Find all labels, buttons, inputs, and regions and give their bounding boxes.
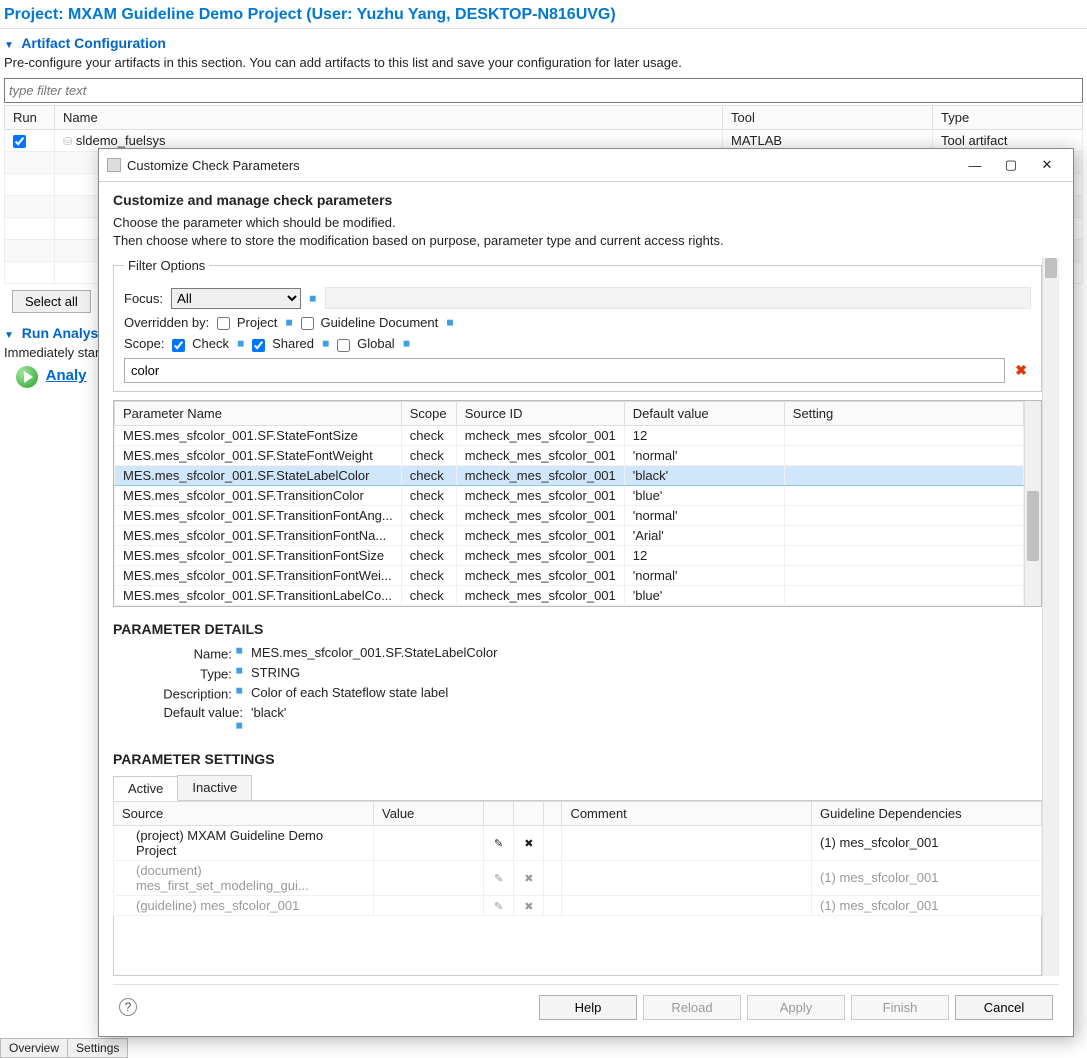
scope-global-checkbox[interactable]: Global (337, 336, 394, 351)
param-table-scrollbar[interactable] (1024, 401, 1041, 606)
parameter-row[interactable]: MES.mes_sfcolor_001.SF.TransitionColorch… (115, 485, 1024, 505)
parameter-search-input[interactable] (124, 358, 1005, 383)
dialog-titlebar: Customize Check Parameters — ▢ ✕ (99, 149, 1073, 182)
help-icon[interactable]: ? (119, 998, 137, 1016)
detail-type-value: STRING (251, 665, 1042, 681)
artifact-filter-input[interactable] (4, 78, 1083, 103)
tab-overview[interactable]: Overview (0, 1038, 68, 1058)
finish-button[interactable]: Finish (851, 995, 949, 1020)
bottom-tabstrip: Overview Settings (0, 1038, 128, 1058)
parameter-details: Name: ◼ MES.mes_sfcolor_001.SF.StateLabe… (153, 645, 1042, 737)
dialog-footer: ? Help Reload Apply Finish Cancel (113, 984, 1059, 1026)
scope-label: Scope: (124, 336, 164, 351)
maximize-button[interactable]: ▢ (993, 153, 1029, 177)
package-icon: ⛁ (63, 136, 72, 148)
parameter-row[interactable]: MES.mes_sfcolor_001.SF.TransitionLabelCo… (115, 585, 1024, 605)
filter-options-fieldset: Filter Options Focus: All ◼ Overridden b… (113, 258, 1042, 391)
focus-filter-field[interactable] (325, 287, 1032, 309)
detail-desc-value: Color of each Stateflow state label (251, 685, 1042, 701)
play-icon[interactable] (16, 366, 38, 388)
dialog-scrollbar[interactable] (1042, 258, 1059, 975)
reload-button[interactable]: Reload (643, 995, 741, 1020)
col-param-default[interactable]: Default value (624, 401, 784, 425)
artifact-config-description: Pre-configure your artifacts in this sec… (0, 53, 1087, 76)
customize-parameters-dialog: Customize Check Parameters — ▢ ✕ Customi… (98, 148, 1074, 1037)
scope-shared-checkbox[interactable]: Shared (252, 336, 314, 351)
cancel-button[interactable]: Cancel (955, 995, 1053, 1020)
focus-label: Focus: (124, 291, 163, 306)
col-value[interactable]: Value (374, 801, 484, 825)
parameter-settings-title: PARAMETER SETTINGS (113, 751, 1042, 767)
page-title: Project: MXAM Guideline Demo Project (Us… (0, 0, 1087, 29)
col-param-source[interactable]: Source ID (456, 401, 624, 425)
parameter-details-title: PARAMETER DETAILS (113, 621, 1042, 637)
parameter-row[interactable]: MES.mes_sfcolor_001.SF.TransitionFontSiz… (115, 545, 1024, 565)
dialog-title: Customize Check Parameters (121, 158, 957, 173)
detail-name-value: MES.mes_sfcolor_001.SF.StateLabelColor (251, 645, 1042, 661)
parameter-row[interactable]: MES.mes_sfcolor_001.SF.TransitionFontWei… (115, 565, 1024, 585)
tab-active[interactable]: Active (113, 776, 178, 801)
col-source[interactable]: Source (114, 801, 374, 825)
col-param-setting[interactable]: Setting (784, 401, 1024, 425)
settings-table: Source Value Comment Guideline Dependenc… (113, 801, 1042, 916)
parameter-row[interactable]: MES.mes_sfcolor_001.SF.TransitionFontNa.… (115, 525, 1024, 545)
app-icon (107, 158, 121, 172)
settings-row[interactable]: (document) mes_first_set_modeling_gui...… (114, 860, 1042, 895)
minimize-button[interactable]: — (957, 153, 993, 177)
apply-button[interactable]: Apply (747, 995, 845, 1020)
settings-tabstrip: Active Inactive (113, 775, 1042, 801)
analyze-link[interactable]: Analy (42, 367, 87, 384)
filter-options-legend: Filter Options (124, 258, 209, 273)
col-run[interactable]: Run (5, 106, 55, 130)
dialog-heading: Customize and manage check parameters (113, 192, 1059, 208)
delete-icon[interactable]: ✖ (522, 838, 535, 850)
clear-search-icon[interactable]: ✖ (1011, 362, 1031, 379)
parameter-table[interactable]: Parameter Name Scope Source ID Default v… (114, 401, 1024, 606)
parameter-row[interactable]: MES.mes_sfcolor_001.SF.StateFontWeightch… (115, 445, 1024, 465)
select-all-button[interactable]: Select all (12, 290, 91, 313)
col-name[interactable]: Name (55, 106, 723, 130)
artifact-run-checkbox[interactable] (13, 135, 26, 148)
parameter-row[interactable]: MES.mes_sfcolor_001.SF.StateLabelColorch… (115, 465, 1024, 485)
col-param-name[interactable]: Parameter Name (115, 401, 402, 425)
scope-check-checkbox[interactable]: Check (172, 336, 228, 351)
settings-row[interactable]: (guideline) mes_sfcolor_001✎✖(1) mes_sfc… (114, 895, 1042, 915)
edit-icon[interactable]: ✎ (492, 838, 505, 850)
info-icon[interactable]: ◼ (309, 293, 316, 304)
overridden-by-label: Overridden by: (124, 315, 209, 330)
help-button[interactable]: Help (539, 995, 637, 1020)
chevron-down-icon: ▼ (4, 330, 14, 341)
col-comment[interactable]: Comment (562, 801, 812, 825)
override-guideline-doc-checkbox[interactable]: Guideline Document (301, 315, 438, 330)
artifact-config-header[interactable]: ▼ Artifact Configuration (0, 29, 1087, 53)
artifact-config-label: Artifact Configuration (21, 35, 166, 51)
col-param-scope[interactable]: Scope (401, 401, 456, 425)
chevron-down-icon: ▼ (4, 40, 14, 51)
detail-default-value: 'black' (251, 705, 1042, 736)
delete-icon[interactable]: ✖ (522, 873, 535, 885)
override-project-checkbox[interactable]: Project (217, 315, 277, 330)
delete-icon[interactable]: ✖ (522, 901, 535, 913)
tab-settings[interactable]: Settings (67, 1038, 128, 1058)
close-button[interactable]: ✕ (1029, 153, 1065, 177)
edit-icon[interactable]: ✎ (492, 901, 505, 913)
col-type[interactable]: Type (933, 106, 1083, 130)
focus-select[interactable]: All (171, 288, 301, 309)
artifact-name: sldemo_fuelsys (76, 133, 166, 148)
run-analysis-label: Run Analys (22, 325, 99, 341)
settings-row[interactable]: (project) MXAM Guideline Demo Project✎✖(… (114, 825, 1042, 860)
parameter-row[interactable]: MES.mes_sfcolor_001.SF.TransitionFontAng… (115, 505, 1024, 525)
edit-icon[interactable]: ✎ (492, 873, 505, 885)
col-deps[interactable]: Guideline Dependencies (812, 801, 1042, 825)
parameter-row[interactable]: MES.mes_sfcolor_001.SF.StateFontSizechec… (115, 425, 1024, 445)
tab-inactive[interactable]: Inactive (177, 775, 252, 800)
col-tool[interactable]: Tool (723, 106, 933, 130)
dialog-subtext: Choose the parameter which should be mod… (113, 214, 1059, 250)
